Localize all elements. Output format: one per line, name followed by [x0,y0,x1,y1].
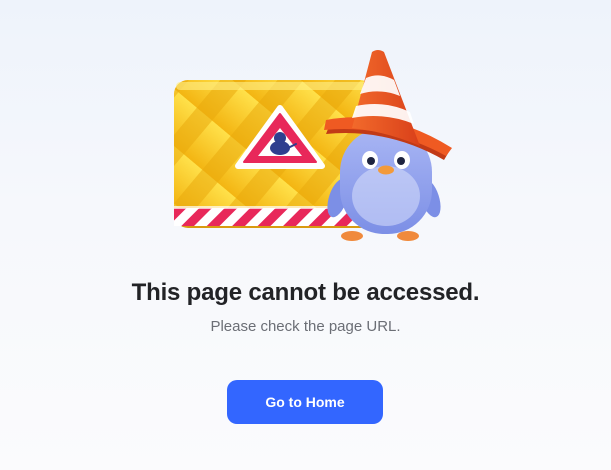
error-illustration [174,50,452,241]
page-title: This page cannot be accessed. [131,279,480,306]
go-to-home-button[interactable]: Go to Home [227,380,383,424]
error-message: Please check the page URL. [210,318,401,335]
